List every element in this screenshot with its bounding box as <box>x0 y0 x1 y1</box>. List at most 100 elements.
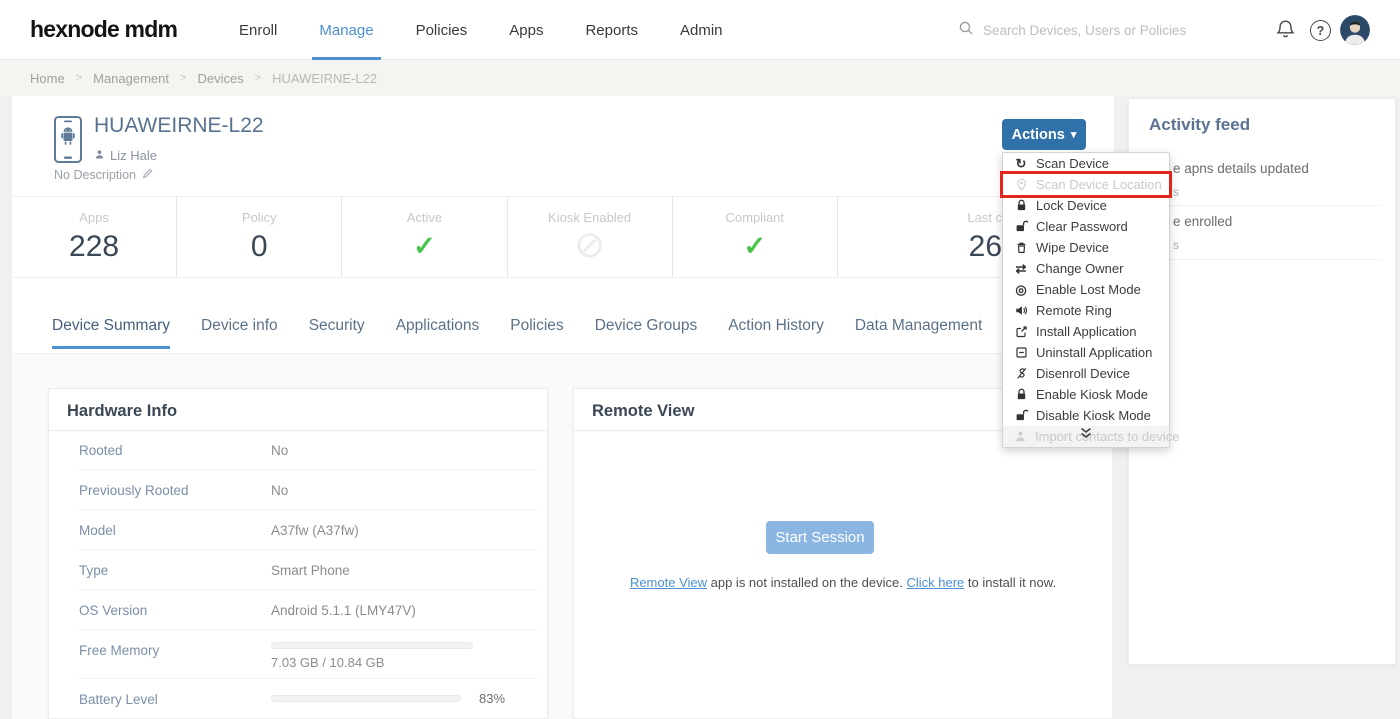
edit-pencil-icon[interactable] <box>142 168 153 182</box>
remote-view-title: Remote View <box>592 402 694 421</box>
menu-item-install-application[interactable]: Install Application <box>1003 321 1169 342</box>
breadcrumb-home[interactable]: Home <box>30 71 65 86</box>
divider <box>12 353 1114 354</box>
remote-view-note: Remote View app is not installed on the … <box>574 575 1112 590</box>
nav-item-reports[interactable]: Reports <box>564 0 659 60</box>
tab-applications[interactable]: Applications <box>396 317 480 349</box>
breadcrumb-separator: > <box>76 72 82 84</box>
lock-icon <box>1014 199 1028 212</box>
user-avatar[interactable] <box>1340 15 1370 45</box>
uninstall-icon <box>1014 346 1028 359</box>
device-tabs: Device Summary Device info Security Appl… <box>52 317 982 349</box>
feed-item: e enrolled <box>1173 214 1232 229</box>
search-input[interactable] <box>983 23 1208 38</box>
menu-item-enable-lost-mode[interactable]: ◎ Enable Lost Mode <box>1003 279 1169 300</box>
breadcrumb-devices[interactable]: Devices <box>197 71 243 86</box>
main-nav: Enroll Manage Policies Apps Reports Admi… <box>218 0 744 60</box>
stat-policy[interactable]: Policy 0 <box>176 196 341 277</box>
nav-item-manage[interactable]: Manage <box>298 0 394 60</box>
hw-row-free-memory: Free Memory 7.03 GB / 10.84 GB <box>49 630 547 679</box>
hardware-info-card: Hardware Info Rooted No Previously Roote… <box>48 388 548 719</box>
check-icon: ✓ <box>413 231 436 262</box>
menu-item-clear-password[interactable]: Clear Password <box>1003 216 1169 237</box>
menu-item-uninstall-application[interactable]: Uninstall Application <box>1003 342 1169 363</box>
memory-progress-bar <box>271 642 473 649</box>
divider <box>12 277 1114 278</box>
menu-item-change-owner[interactable]: ⇄ Change Owner <box>1003 258 1169 279</box>
hw-row-previously-rooted: Previously Rooted No <box>49 470 547 510</box>
tab-action-history[interactable]: Action History <box>728 317 824 349</box>
actions-button[interactable]: Actions ▾ <box>1002 119 1086 150</box>
help-icon[interactable]: ? <box>1310 20 1331 41</box>
breadcrumb: Home > Management > Devices > HUAWEIRNE-… <box>0 60 1400 96</box>
swap-arrows-icon: ⇄ <box>1014 262 1028 275</box>
tab-policies[interactable]: Policies <box>510 317 563 349</box>
device-description: No Description <box>54 168 153 182</box>
feed-item-time: s <box>1173 238 1179 252</box>
install-icon <box>1014 325 1028 338</box>
menu-item-scan-device[interactable]: ↻ Scan Device <box>1003 153 1169 174</box>
hw-row-type: Type Smart Phone <box>49 550 547 590</box>
location-pin-icon <box>1014 178 1028 191</box>
stat-active: Active ✓ <box>341 196 506 277</box>
menu-item-wipe-device[interactable]: Wipe Device <box>1003 237 1169 258</box>
device-description-text: No Description <box>54 168 136 182</box>
memory-usage-text: 7.03 GB / 10.84 GB <box>271 655 384 670</box>
breadcrumb-separator: > <box>180 72 186 84</box>
nav-item-policies[interactable]: Policies <box>395 0 489 60</box>
click-here-link[interactable]: Click here <box>906 575 964 590</box>
top-navbar: hexnode mdm Enroll Manage Policies Apps … <box>0 0 1400 60</box>
stat-kiosk-enabled: Kiosk Enabled ⊘ <box>507 196 672 277</box>
notifications-bell-icon[interactable] <box>1276 19 1295 45</box>
hw-row-rooted: Rooted No <box>49 430 547 470</box>
breadcrumb-management[interactable]: Management <box>93 71 169 86</box>
hw-row-battery: Battery Level 83% <box>49 679 547 719</box>
tab-data-management[interactable]: Data Management <box>855 317 983 349</box>
tab-device-summary[interactable]: Device Summary <box>52 317 170 349</box>
unlock-icon <box>1014 409 1028 422</box>
menu-item-disable-kiosk-mode[interactable]: Disable Kiosk Mode <box>1003 405 1169 426</box>
unlock-icon <box>1014 220 1028 233</box>
breadcrumb-separator: > <box>255 72 261 84</box>
feed-item-time: s <box>1173 185 1179 199</box>
divider <box>1143 205 1381 206</box>
search-icon <box>958 20 974 41</box>
user-icon <box>94 148 105 163</box>
tab-device-info[interactable]: Device info <box>201 317 278 349</box>
nav-item-enroll[interactable]: Enroll <box>218 0 298 60</box>
hexnode-logo[interactable]: hexnode mdm <box>30 16 177 43</box>
menu-item-remote-ring[interactable]: Remote Ring <box>1003 300 1169 321</box>
chevron-down-icon: ▾ <box>1071 128 1077 141</box>
battery-progress-bar <box>271 695 461 702</box>
stat-apps[interactable]: Apps 228 <box>12 196 176 277</box>
none-icon: ⊘ <box>574 223 605 266</box>
menu-item-scan-device-location[interactable]: Scan Device Location <box>1003 174 1169 195</box>
breadcrumb-device-name: HUAWEIRNE-L22 <box>272 71 377 86</box>
menu-item-lock-device[interactable]: Lock Device <box>1003 195 1169 216</box>
hw-row-os-version: OS Version Android 5.1.1 (LMY47V) <box>49 590 547 630</box>
device-stats-row: Apps 228 Policy 0 Active ✓ Kiosk Enabled… <box>12 196 1114 277</box>
check-icon: ✓ <box>743 231 766 262</box>
menu-item-disenroll-device[interactable]: Disenroll Device <box>1003 363 1169 384</box>
menu-item-enable-kiosk-mode[interactable]: Enable Kiosk Mode <box>1003 384 1169 405</box>
divider <box>1143 259 1381 260</box>
page-title: HUAWEIRNE-L22 <box>94 114 264 138</box>
stat-compliant: Compliant ✓ <box>672 196 837 277</box>
hardware-info-rows: Rooted No Previously Rooted No Model A37… <box>49 430 547 719</box>
hardware-info-title: Hardware Info <box>67 402 177 421</box>
activity-feed-title: Activity feed <box>1149 115 1250 135</box>
lock-icon <box>1014 388 1028 401</box>
scroll-more-chevron-icon[interactable] <box>1079 426 1093 444</box>
nav-item-apps[interactable]: Apps <box>488 0 564 60</box>
remote-view-link[interactable]: Remote View <box>630 575 707 590</box>
nav-item-admin[interactable]: Admin <box>659 0 744 60</box>
feed-item: e apns details updated <box>1173 161 1309 176</box>
device-owner: Liz Hale <box>94 148 157 163</box>
tab-device-groups[interactable]: Device Groups <box>595 317 698 349</box>
battery-percent-text: 83% <box>479 691 505 706</box>
tab-security[interactable]: Security <box>309 317 365 349</box>
start-session-button[interactable]: Start Session <box>766 521 874 554</box>
disenroll-icon <box>1014 367 1028 380</box>
speaker-icon <box>1014 304 1028 317</box>
device-owner-name[interactable]: Liz Hale <box>110 148 157 163</box>
